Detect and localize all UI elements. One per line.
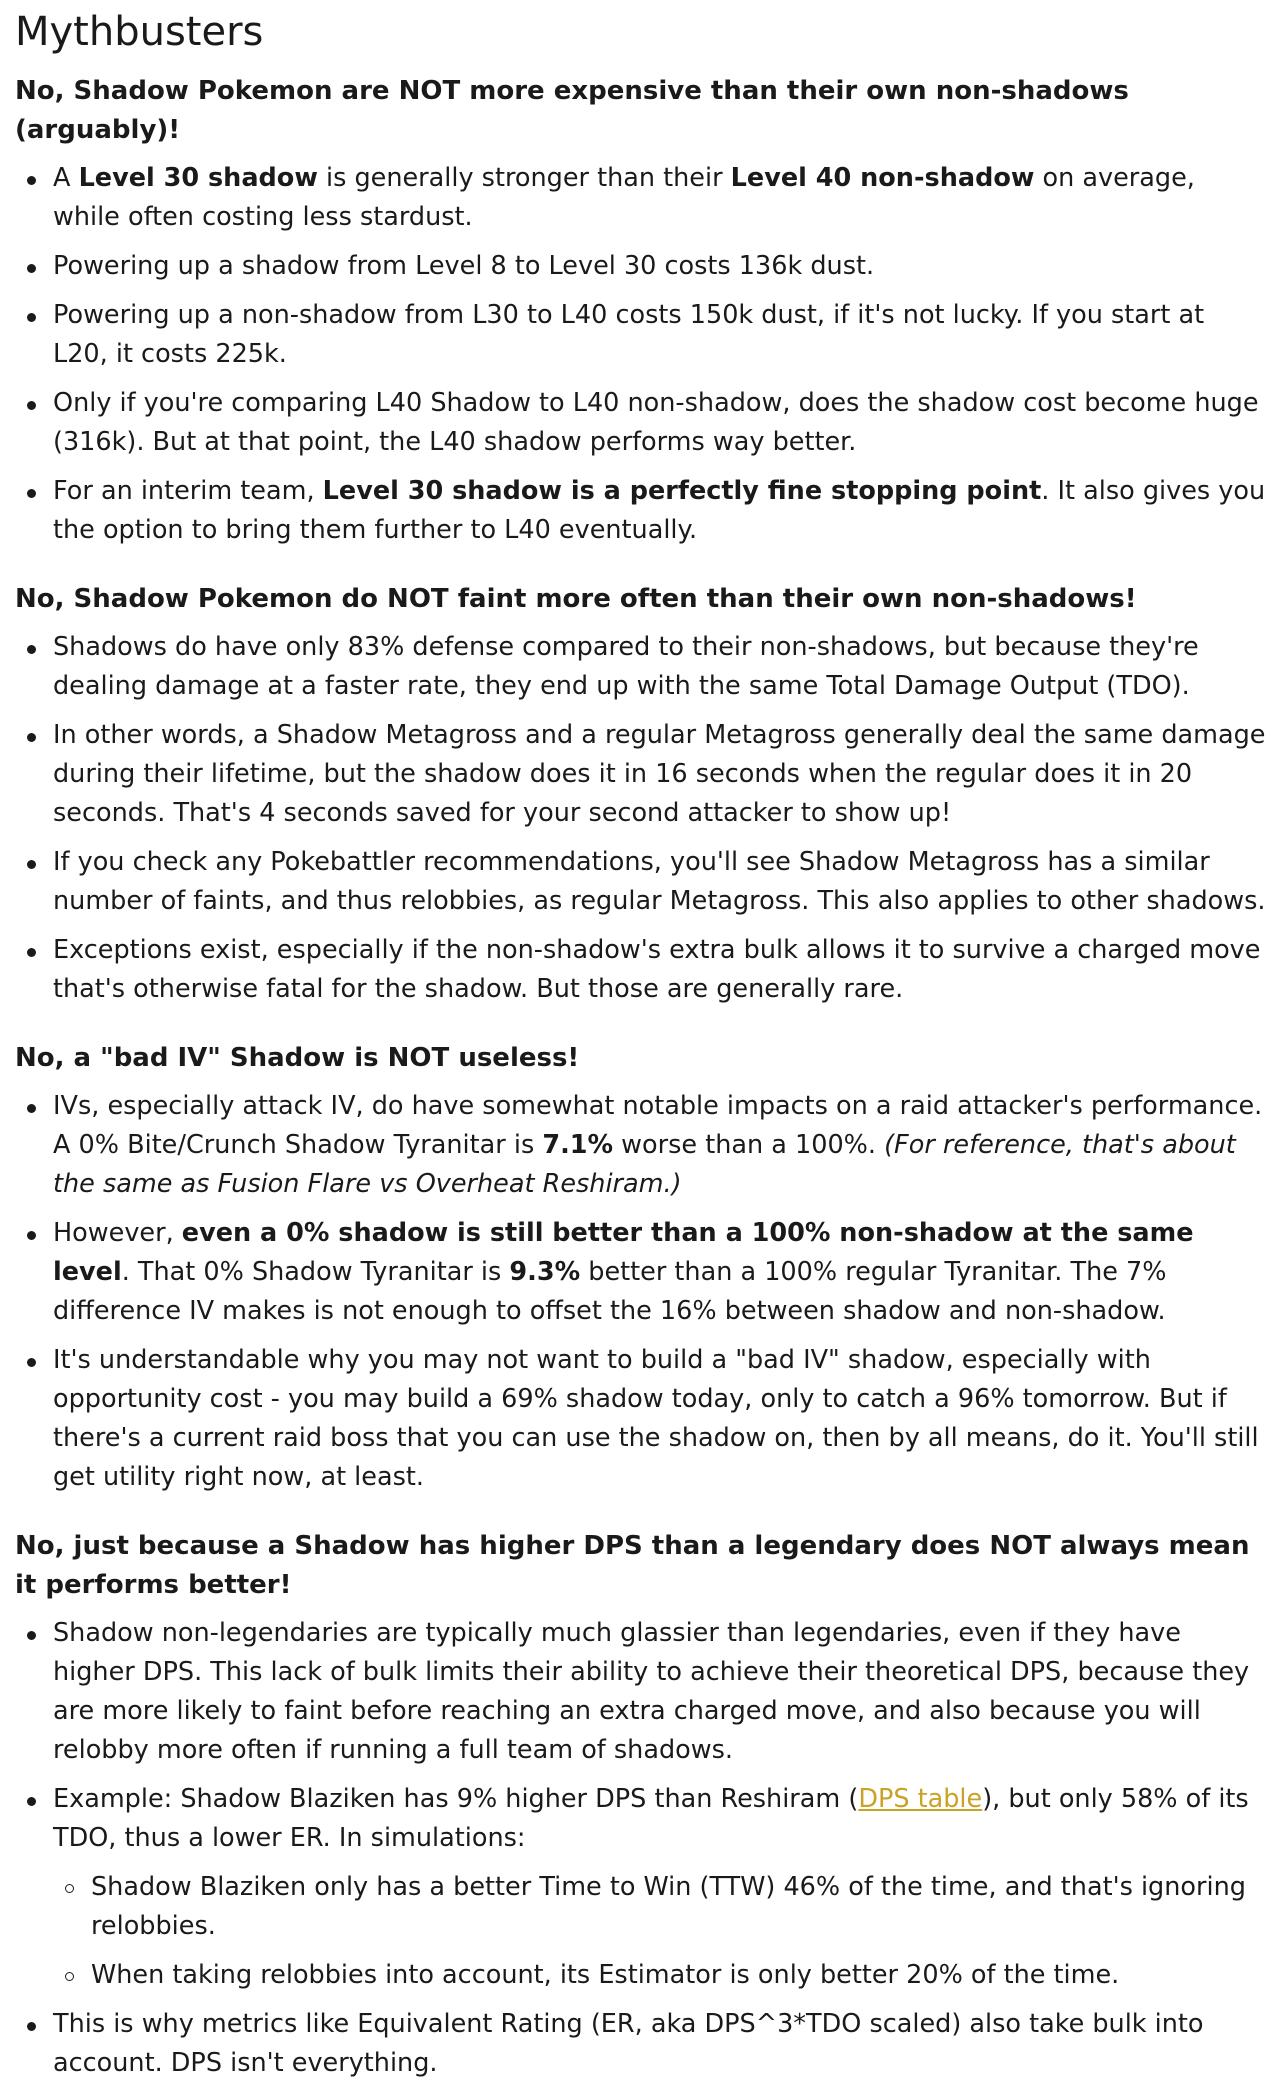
list-item: Only if you're comparing L40 Shadow to L… [15,384,1266,462]
sub-list-item: When taking relobbies into account, its … [53,1956,1266,1995]
dps-table-link[interactable]: DPS table [858,1784,982,1814]
list-item: Shadow non-legendaries are typically muc… [15,1614,1266,1770]
text-run: For an interim team, [53,476,323,506]
list-item: A Level 30 shadow is generally stronger … [15,159,1266,237]
section-heading: No, Shadow Pokemon are NOT more expensiv… [15,76,1129,145]
bullet-list: Shadows do have only 83% defense compare… [15,628,1266,1009]
bullet-list: A Level 30 shadow is generally stronger … [15,159,1266,550]
bold-text: 9.3% [509,1257,581,1287]
text-run: worse than a 100%. [613,1130,885,1160]
myth-section-cost: No, Shadow Pokemon are NOT more expensiv… [15,72,1266,550]
list-item: This is why metrics like Equivalent Rati… [15,2005,1266,2083]
myth-section-dps: No, just because a Shadow has higher DPS… [15,1527,1266,2083]
bold-text: Level 40 non-shadow [730,163,1035,193]
sub-list-item: Shadow Blaziken only has a better Time t… [53,1868,1266,1946]
list-item: It's understandable why you may not want… [15,1341,1266,1497]
bold-text: 7.1% [542,1130,614,1160]
list-item: Powering up a shadow from Level 8 to Lev… [15,247,1266,286]
list-item: Example: Shadow Blaziken has 9% higher D… [15,1780,1266,1995]
myth-section-faint: No, Shadow Pokemon do NOT faint more oft… [15,580,1266,1009]
sub-bullet-list: Shadow Blaziken only has a better Time t… [53,1868,1266,1995]
list-item: Powering up a non-shadow from L30 to L40… [15,296,1266,374]
document: Mythbusters No, Shadow Pokemon are NOT m… [0,6,1278,2083]
section-heading: No, just because a Shadow has higher DPS… [15,1531,1250,1600]
list-item: In other words, a Shadow Metagross and a… [15,716,1266,833]
page-title: Mythbusters [15,9,264,55]
text-run: . That 0% Shadow Tyranitar is [121,1257,510,1287]
list-item: IVs, especially attack IV, do have somew… [15,1087,1266,1204]
list-item: Exceptions exist, especially if the non-… [15,931,1266,1009]
bold-text: Level 30 shadow is a perfectly fine stop… [322,476,1042,506]
list-item: If you check any Pokebattler recommendat… [15,843,1266,921]
text-run: is generally stronger than their [317,163,731,193]
section-heading: No, a "bad IV" Shadow is NOT useless! [15,1043,580,1073]
bullet-list: Shadow non-legendaries are typically muc… [15,1614,1266,2083]
section-heading: No, Shadow Pokemon do NOT faint more oft… [15,584,1137,614]
list-item: Shadows do have only 83% defense compare… [15,628,1266,706]
bold-text: Level 30 shadow [78,163,318,193]
text-run: Example: Shadow Blaziken has 9% higher D… [53,1784,859,1814]
list-item: However, even a 0% shadow is still bette… [15,1214,1266,1331]
text-run: However, [53,1218,182,1248]
myth-section-bad-iv: No, a "bad IV" Shadow is NOT useless! IV… [15,1039,1266,1497]
list-item: For an interim team, Level 30 shadow is … [15,472,1266,550]
text-run: A [53,163,79,193]
bullet-list: IVs, especially attack IV, do have somew… [15,1087,1266,1497]
